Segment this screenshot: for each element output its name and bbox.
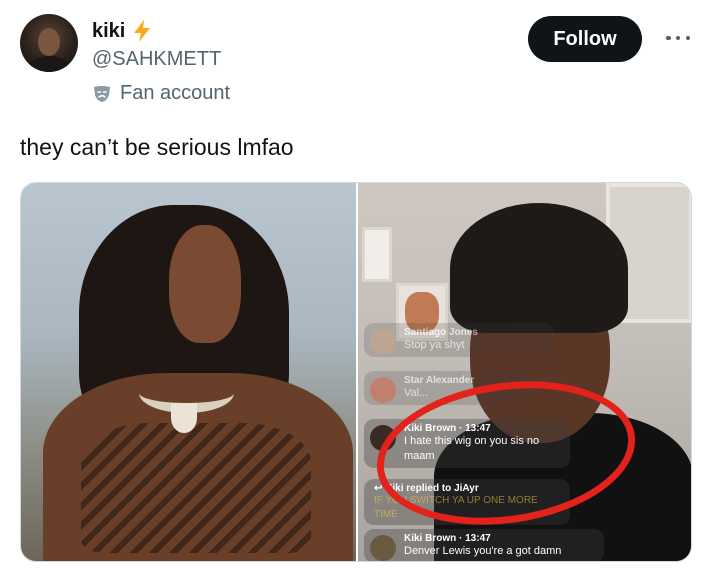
post-text: they can’t be serious lmfao xyxy=(20,134,294,160)
figure-pendant xyxy=(171,403,197,433)
follow-button[interactable]: Follow xyxy=(528,16,642,62)
avatar-face xyxy=(38,28,60,56)
person-hair xyxy=(450,203,628,333)
media-grid[interactable]: Santiago Jones Stop ya shyt Star Alexand… xyxy=(20,182,692,562)
more-options-icon[interactable] xyxy=(666,28,690,48)
chat-message: Stop ya shyt xyxy=(404,339,465,351)
lightning-bolt-icon xyxy=(134,20,151,42)
figure-face xyxy=(169,225,241,343)
account-label-row: Fan account xyxy=(92,82,230,105)
chat-username: Kiki Brown · 13:47 xyxy=(404,533,491,544)
media-image-left[interactable] xyxy=(21,183,356,561)
name-row: kiki xyxy=(92,19,153,43)
account-label: Fan account xyxy=(120,82,231,104)
avatar[interactable] xyxy=(20,14,78,72)
theater-mask-icon xyxy=(94,85,110,102)
post-header: kiki @SAHKMETT Fan account Follow xyxy=(20,14,690,114)
figure-tattoo xyxy=(81,423,311,553)
avatar-shoulders xyxy=(28,56,70,72)
author-handle[interactable]: @SAHKMETT xyxy=(92,48,221,71)
chat-comment: Kiki Brown · 13:47 Denver Lewis you're a… xyxy=(364,529,604,561)
chat-message: Denver Lewis you're a got damn xyxy=(404,545,562,557)
display-name[interactable]: kiki xyxy=(92,20,125,43)
wall-frame-small xyxy=(362,227,392,282)
chat-comment: Santiago Jones Stop ya shyt xyxy=(364,323,554,357)
media-image-right[interactable]: Santiago Jones Stop ya shyt Star Alexand… xyxy=(358,183,691,561)
chat-username: Santiago Jones xyxy=(404,327,478,338)
